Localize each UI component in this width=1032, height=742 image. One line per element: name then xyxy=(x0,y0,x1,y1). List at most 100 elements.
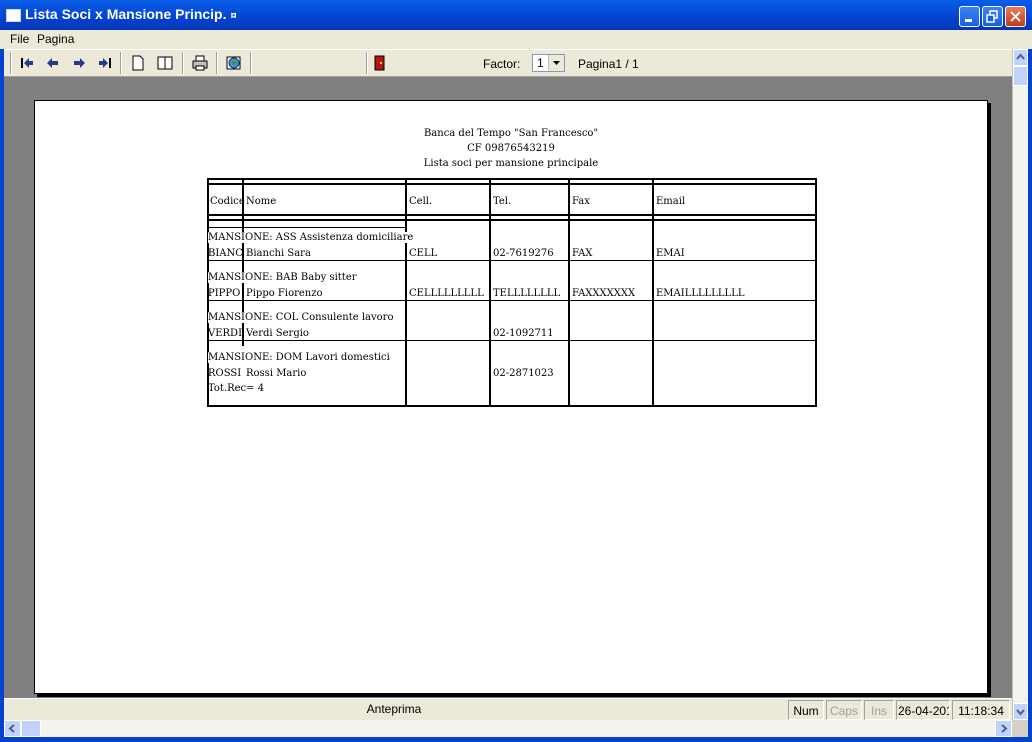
minimize-icon xyxy=(965,19,972,22)
arrow-left-icon xyxy=(47,58,58,68)
restore-button[interactable] xyxy=(982,6,1003,27)
factor-select[interactable]: 1 xyxy=(532,54,565,72)
member-name: Bianchi Sara xyxy=(246,248,311,259)
first-page-button[interactable] xyxy=(17,53,37,73)
member-code: ROSSI xyxy=(208,368,242,379)
total-records: Tot.Rec= 4 xyxy=(208,383,265,394)
app-window: Lista Soci x Mansione Princip. ¤ File Pag… xyxy=(0,0,1032,742)
table-bottom-border xyxy=(207,405,817,407)
book-icon xyxy=(157,56,173,70)
column-header-tel: Tel. xyxy=(493,196,512,207)
status-text: Anteprima xyxy=(366,702,422,716)
toolbar-separator xyxy=(250,52,252,74)
member-cell: CELL xyxy=(409,248,438,259)
group-header: MANSIONE: ASS Assistenza domiciliare xyxy=(208,232,414,243)
export-button[interactable] xyxy=(224,53,244,73)
window-frame-bottom xyxy=(0,737,1032,742)
status-ins: Ins xyxy=(864,700,894,720)
status-time: 11:18:34 xyxy=(952,700,1010,720)
group-header: MANSIONE: DOM Lavori domestici xyxy=(208,352,390,363)
column-border xyxy=(815,178,817,407)
member-tel: 02-7619276 xyxy=(493,248,554,259)
table-top-border xyxy=(207,183,817,185)
table-top-border xyxy=(207,178,817,180)
report-fiscal-code: CF 09876543219 xyxy=(467,143,555,154)
row-divider xyxy=(207,340,817,341)
close-icon xyxy=(1010,11,1021,22)
page-info: Pagina1 / 1 xyxy=(578,57,639,71)
member-code: PIPPO xyxy=(208,288,241,299)
title-mark: ¤ xyxy=(230,10,237,22)
column-header-cell: Cell. xyxy=(409,196,433,207)
scroll-thumb-vertical[interactable] xyxy=(1013,66,1028,86)
table-header-border xyxy=(207,214,817,216)
window-title: Lista Soci x Mansione Princip. ¤ xyxy=(25,6,237,22)
column-header-nome: Nome xyxy=(246,196,277,207)
window-frame-right xyxy=(1028,30,1032,742)
column-border xyxy=(652,178,654,407)
member-email: EMAILLLLLLLLL xyxy=(656,288,745,299)
status-caps: Caps xyxy=(826,700,862,720)
single-page-button[interactable] xyxy=(128,53,148,73)
chevron-up-icon xyxy=(1016,53,1025,60)
printer-icon xyxy=(192,55,208,71)
exit-button[interactable] xyxy=(370,53,390,73)
scroll-left-button[interactable] xyxy=(4,720,21,737)
status-bar: Anteprima Num Caps Ins 26-04-2016 11:18:… xyxy=(4,698,1012,720)
group-header: MANSIONE: COL Consulente lavoro xyxy=(208,312,394,323)
factor-value: 1 xyxy=(537,56,544,70)
app-icon xyxy=(6,9,21,22)
status-num: Num xyxy=(788,700,824,720)
member-code: BIANC xyxy=(208,248,243,259)
arrow-right-icon xyxy=(74,58,85,68)
close-button[interactable] xyxy=(1005,6,1026,27)
horizontal-scrollbar[interactable] xyxy=(4,720,1012,737)
globe-icon xyxy=(226,56,241,70)
scroll-thumb-horizontal[interactable] xyxy=(21,720,41,737)
single-page-icon xyxy=(132,55,144,71)
member-tel: 02-2871023 xyxy=(493,368,554,379)
chevron-right-icon xyxy=(1001,724,1008,733)
toolbar-separator xyxy=(120,52,122,74)
scroll-up-button[interactable] xyxy=(1013,49,1028,66)
member-fax: FAXXXXXXX xyxy=(572,288,636,299)
menu-file[interactable]: File xyxy=(10,32,29,46)
factor-dropdown-button[interactable] xyxy=(548,55,564,71)
scroll-right-button[interactable] xyxy=(995,720,1012,737)
report-page: Banca del Tempo "San Francesco" CF 09876… xyxy=(34,100,988,694)
column-border xyxy=(405,178,407,407)
row-divider xyxy=(207,300,817,301)
column-border xyxy=(489,178,491,407)
title-bar[interactable]: Lista Soci x Mansione Princip. ¤ xyxy=(0,0,1032,30)
member-email: EMAI xyxy=(656,248,685,259)
menu-pagina[interactable]: Pagina xyxy=(37,32,74,46)
two-pages-button[interactable] xyxy=(155,53,175,73)
scroll-down-button[interactable] xyxy=(1013,703,1028,720)
next-page-button[interactable] xyxy=(69,53,89,73)
report-preview-area[interactable]: Banca del Tempo "San Francesco" CF 09876… xyxy=(4,77,1012,698)
row-divider xyxy=(207,260,817,261)
restore-icon xyxy=(986,10,998,23)
column-header-codice: Codice xyxy=(210,196,245,207)
report-subtitle: Lista soci per mansione principale xyxy=(423,158,599,169)
minimize-button[interactable] xyxy=(959,6,980,27)
column-border xyxy=(568,178,570,407)
last-page-icon xyxy=(99,58,111,68)
toolbar: Factor: 1 Pagina1 / 1 xyxy=(4,49,1012,77)
group-header: MANSIONE: BAB Baby sitter xyxy=(208,272,357,283)
toolbar-grip xyxy=(10,52,12,74)
vertical-scrollbar[interactable] xyxy=(1012,49,1028,720)
chevron-left-icon xyxy=(8,724,15,733)
column-header-fax: Fax xyxy=(572,196,590,207)
toolbar-separator xyxy=(216,52,218,74)
chevron-down-icon xyxy=(553,61,560,65)
column-header-email: Email xyxy=(656,196,686,207)
member-name: Rossi Mario xyxy=(246,368,307,379)
previous-page-button[interactable] xyxy=(43,53,63,73)
table-header-border xyxy=(207,219,817,221)
member-name: Verdi Sergio xyxy=(246,328,309,339)
last-page-button[interactable] xyxy=(95,53,115,73)
menu-bar: File Pagina xyxy=(0,30,1032,49)
member-cell: CELLLLLLLLL xyxy=(409,288,484,299)
print-button[interactable] xyxy=(190,53,210,73)
